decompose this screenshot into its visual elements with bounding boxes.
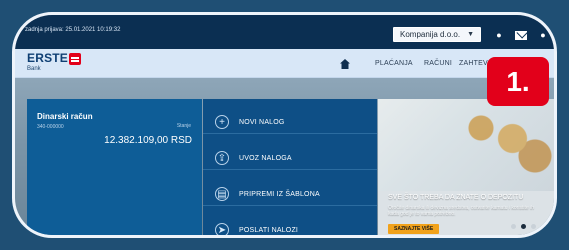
company-select-value: Kompanija d.o.o.: [400, 30, 461, 39]
divider: [203, 133, 377, 134]
app-frame: zadnja prijava: 25.01.2021 10:19:32 Komp…: [12, 12, 557, 238]
import-icon: ⇪: [215, 151, 229, 165]
carousel-dots: [511, 224, 536, 229]
quick-actions-panel: + NOVI NALOG ⇪ UVOZ NALOGA ▤ PRIPREMI IZ…: [203, 99, 377, 235]
erste-logo[interactable]: ERSTE Bank: [27, 51, 97, 75]
action-label: UVOZ NALOGA: [239, 154, 292, 162]
mail-shape: [515, 30, 527, 40]
action-template[interactable]: ▤ PRIPREMI IZ ŠABLONA: [215, 183, 320, 205]
action-label: PRIPREMI IZ ŠABLONA: [239, 190, 320, 198]
carousel-dot[interactable]: [531, 224, 536, 229]
template-icon: ▤: [215, 187, 229, 201]
nav-item-placanja[interactable]: PLAĆANJA: [375, 60, 413, 67]
nav-item-racuni[interactable]: RAČUNI: [424, 60, 452, 67]
account-number: 340-000000: [37, 124, 64, 130]
account-card[interactable]: Dinarski račun 340-000000 Stanje 12.382.…: [27, 99, 202, 235]
balance-label: Stanje: [176, 123, 191, 129]
account-name: Dinarski račun: [37, 112, 93, 121]
plus-circle-icon: +: [215, 115, 229, 129]
divider: [203, 205, 377, 206]
account-balance: 12.382.109,00 RSD: [104, 135, 192, 146]
user-icon[interactable]: ●: [537, 29, 549, 41]
user-glyph: ●: [540, 29, 546, 40]
brand-name: ERSTE: [27, 51, 69, 65]
action-label: NOVI NALOG: [239, 118, 285, 126]
promo-text: Oročite dinarska ili devizna sredstva, o…: [388, 205, 534, 217]
send-icon: ➤: [215, 223, 229, 235]
brand-mark-icon: [69, 53, 81, 65]
last-login-text: zadnja prijava: 25.01.2021 10:19:32: [25, 27, 121, 33]
company-select[interactable]: Kompanija d.o.o. ▼: [393, 27, 481, 42]
divider: [203, 169, 377, 170]
info-icon[interactable]: ●: [493, 29, 505, 41]
mail-icon[interactable]: [515, 30, 527, 40]
info-glyph: ●: [496, 29, 502, 40]
step-badge: 1.: [487, 57, 549, 106]
home-icon[interactable]: [340, 59, 350, 69]
learn-more-button[interactable]: SAZNAJTE VIŠE: [388, 224, 440, 234]
nav-item-zahtevi[interactable]: ZAHTEVI: [459, 60, 490, 67]
action-label: POSLATI NALOZI: [239, 226, 299, 234]
main-navbar: ERSTE Bank PLAĆANJA RAČUNI ZAHTEVI: [15, 49, 554, 78]
carousel-dot-active[interactable]: [521, 224, 526, 229]
promo-banner: SVE ŠTO TREBA DA ZNATE O DEPOZITU Oročit…: [378, 99, 554, 235]
action-import-orders[interactable]: ⇪ UVOZ NALOGA: [215, 147, 292, 169]
action-new-order[interactable]: + NOVI NALOG: [215, 111, 285, 133]
brand-subtitle: Bank: [27, 66, 41, 72]
chevron-down-icon: ▼: [467, 31, 474, 38]
carousel-dot[interactable]: [511, 224, 516, 229]
action-sent-orders[interactable]: ➤ POSLATI NALOZI: [215, 219, 299, 235]
promo-title: SVE ŠTO TREBA DA ZNATE O DEPOZITU: [388, 194, 524, 201]
top-bar: zadnja prijava: 25.01.2021 10:19:32 Komp…: [15, 15, 554, 49]
coins-illustration: [463, 107, 553, 177]
promo-image: [378, 99, 554, 191]
